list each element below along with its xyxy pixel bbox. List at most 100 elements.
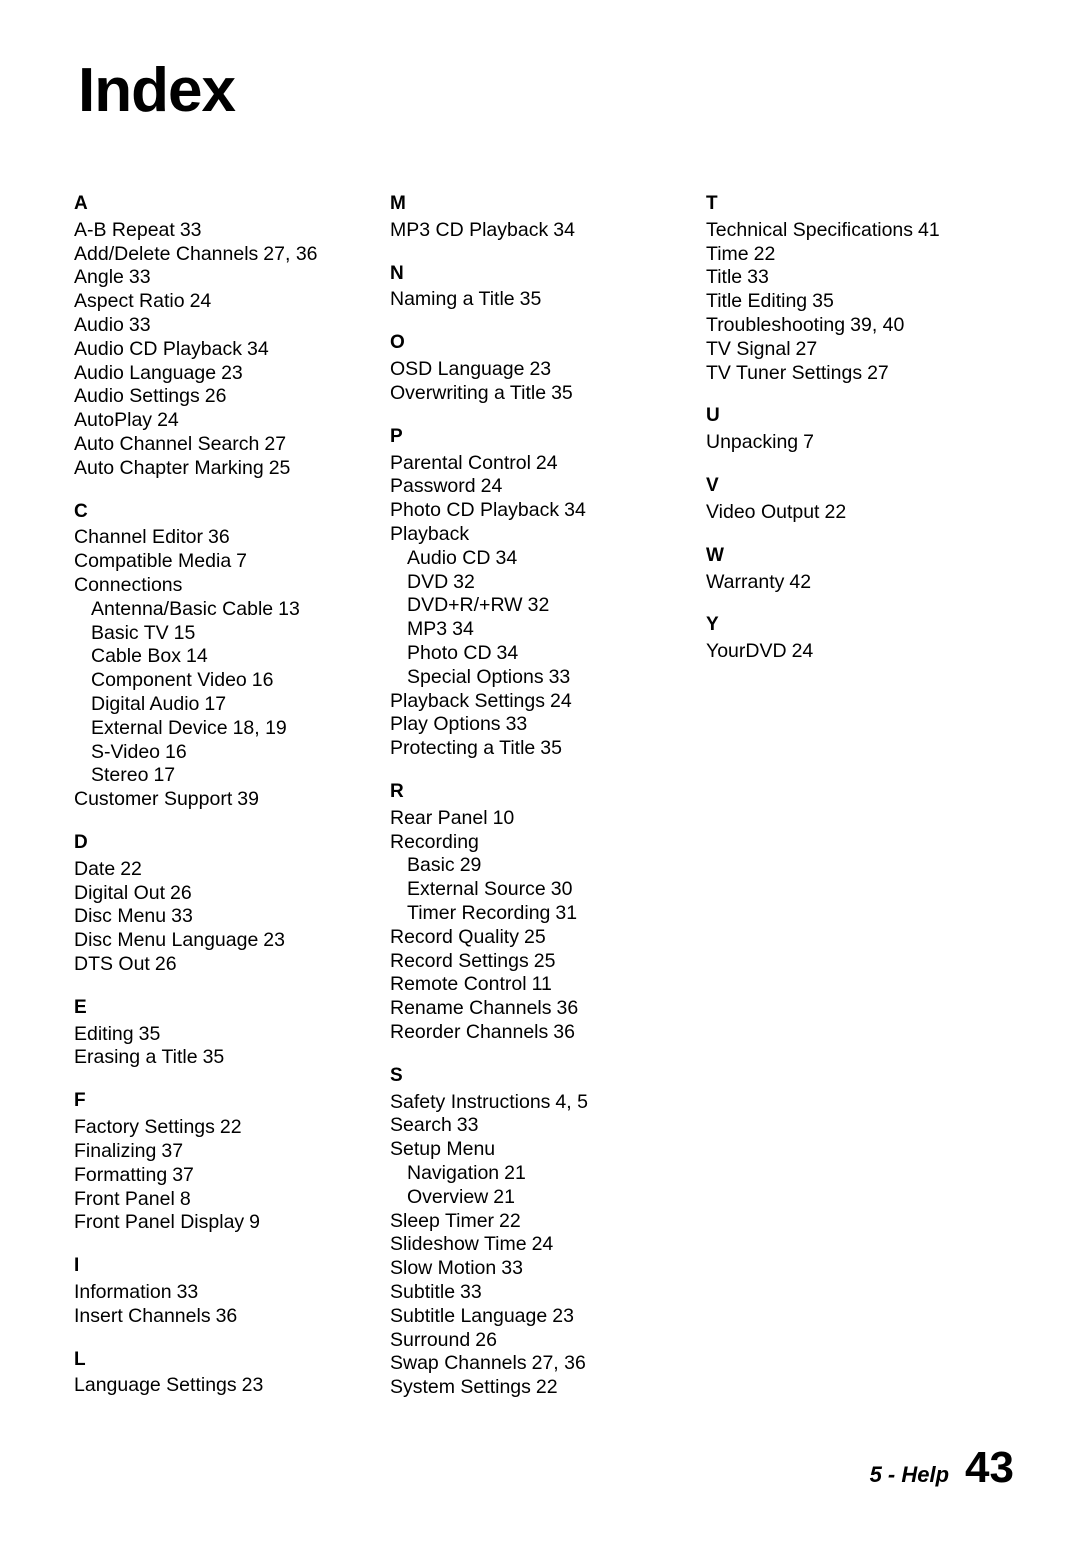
index-entry[interactable]: Unpacking 7 bbox=[706, 431, 1022, 455]
index-entry[interactable]: Recording bbox=[390, 831, 706, 855]
index-entry[interactable]: System Settings 22 bbox=[390, 1376, 706, 1400]
index-entry[interactable]: Antenna/Basic Cable 13 bbox=[74, 598, 390, 622]
index-entry[interactable]: Formatting 37 bbox=[74, 1164, 390, 1188]
index-entry[interactable]: Slideshow Time 24 bbox=[390, 1233, 706, 1257]
index-entry[interactable]: MP3 CD Playback 34 bbox=[390, 219, 706, 243]
index-entry[interactable]: YourDVD 24 bbox=[706, 640, 1022, 664]
index-page: Index A A-B Repeat 33 Add/Delete Channels 27… bbox=[0, 0, 1080, 1542]
index-entry[interactable]: Subtitle 33 bbox=[390, 1281, 706, 1305]
index-entry[interactable]: Aspect Ratio 24 bbox=[74, 290, 390, 314]
index-entry[interactable]: Parental Control 24 bbox=[390, 452, 706, 476]
index-entry[interactable]: TV Signal 27 bbox=[706, 338, 1022, 362]
index-entry[interactable]: Protecting a Title 35 bbox=[390, 737, 706, 761]
index-entry[interactable]: Basic 29 bbox=[390, 854, 706, 878]
index-entry[interactable]: Reorder Channels 36 bbox=[390, 1021, 706, 1045]
index-entry[interactable]: DVD 32 bbox=[390, 571, 706, 595]
index-entry[interactable]: Stereo 17 bbox=[74, 764, 390, 788]
index-entry[interactable]: Sleep Timer 22 bbox=[390, 1210, 706, 1234]
index-entry[interactable]: Subtitle Language 23 bbox=[390, 1305, 706, 1329]
index-entry[interactable]: Time 22 bbox=[706, 243, 1022, 267]
index-letter-heading: I bbox=[74, 1255, 80, 1277]
index-entry[interactable]: S-Video 16 bbox=[74, 741, 390, 765]
index-entry[interactable]: A-B Repeat 33 bbox=[74, 219, 390, 243]
index-letter-heading: N bbox=[390, 262, 404, 284]
index-entry[interactable]: Editing 35 bbox=[74, 1023, 390, 1047]
index-entry[interactable]: Disc Menu 33 bbox=[74, 905, 390, 929]
index-entry[interactable]: Rear Panel 10 bbox=[390, 807, 706, 831]
index-entry[interactable]: Remote Control 11 bbox=[390, 973, 706, 997]
index-entry[interactable]: Audio Language 23 bbox=[74, 362, 390, 386]
index-entry[interactable]: Component Video 16 bbox=[74, 669, 390, 693]
index-entry[interactable]: Photo CD 34 bbox=[390, 642, 706, 666]
index-entry[interactable]: Connections bbox=[74, 574, 390, 598]
index-entry[interactable]: Compatible Media 7 bbox=[74, 550, 390, 574]
index-entry[interactable]: Play Options 33 bbox=[390, 713, 706, 737]
index-entry[interactable]: Slow Motion 33 bbox=[390, 1257, 706, 1281]
index-entry[interactable]: Photo CD Playback 34 bbox=[390, 499, 706, 523]
index-entry[interactable]: External Device 18, 19 bbox=[74, 717, 390, 741]
index-entry[interactable]: Rename Channels 36 bbox=[390, 997, 706, 1021]
index-entry[interactable]: DVD+R/+RW 32 bbox=[390, 594, 706, 618]
index-entry[interactable]: Front Panel 8 bbox=[74, 1188, 390, 1212]
index-entry[interactable]: Playback bbox=[390, 523, 706, 547]
index-entry[interactable]: Title 33 bbox=[706, 266, 1022, 290]
index-entry[interactable]: DTS Out 26 bbox=[74, 953, 390, 977]
index-entry[interactable]: Channel Editor 36 bbox=[74, 526, 390, 550]
index-entry-pages: 27 bbox=[264, 433, 287, 456]
index-entry-label: Basic bbox=[407, 854, 455, 877]
index-entry[interactable]: Factory Settings 22 bbox=[74, 1116, 390, 1140]
index-entry[interactable]: Audio CD 34 bbox=[390, 547, 706, 571]
index-entry[interactable]: Swap Channels 27, 36 bbox=[390, 1352, 706, 1376]
index-entry[interactable]: Angle 33 bbox=[74, 266, 390, 290]
index-entry-pages: 21 bbox=[493, 1185, 515, 1208]
index-entry[interactable]: Cable Box 14 bbox=[74, 645, 390, 669]
index-entry[interactable]: Auto Channel Search 27 bbox=[74, 433, 390, 457]
index-entry[interactable]: Naming a Title 35 bbox=[390, 288, 706, 312]
index-entry[interactable]: Search 33 bbox=[390, 1114, 706, 1138]
index-entry-pages: 13 bbox=[278, 597, 300, 620]
index-entry[interactable]: Video Output 22 bbox=[706, 501, 1022, 525]
index-entry[interactable]: Timer Recording 31 bbox=[390, 902, 706, 926]
index-entry[interactable]: Audio Settings 26 bbox=[74, 385, 390, 409]
index-entry[interactable]: Surround 26 bbox=[390, 1329, 706, 1353]
index-entry[interactable]: Audio CD Playback 34 bbox=[74, 338, 390, 362]
index-entry[interactable]: Erasing a Title 35 bbox=[74, 1046, 390, 1070]
index-entry[interactable]: Playback Settings 24 bbox=[390, 690, 706, 714]
index-entry[interactable]: MP3 34 bbox=[390, 618, 706, 642]
index-entry[interactable]: Date 22 bbox=[74, 858, 390, 882]
index-entry[interactable]: Password 24 bbox=[390, 475, 706, 499]
index-entry[interactable]: Overwriting a Title 35 bbox=[390, 382, 706, 406]
index-entry[interactable]: Digital Audio 17 bbox=[74, 693, 390, 717]
index-entry[interactable]: Warranty 42 bbox=[706, 571, 1022, 595]
index-entry[interactable]: Language Settings 23 bbox=[74, 1374, 390, 1398]
index-entry[interactable]: Setup Menu bbox=[390, 1138, 706, 1162]
index-entry[interactable]: Title Editing 35 bbox=[706, 290, 1022, 314]
index-entry[interactable]: Customer Support 39 bbox=[74, 788, 390, 812]
index-entry[interactable]: OSD Language 23 bbox=[390, 358, 706, 382]
index-entry[interactable]: Auto Chapter Marking 25 bbox=[74, 457, 390, 481]
index-entry[interactable]: Special Options 33 bbox=[390, 666, 706, 690]
index-entry[interactable]: Disc Menu Language 23 bbox=[74, 929, 390, 953]
index-entry[interactable]: Front Panel Display 9 bbox=[74, 1211, 390, 1235]
index-entry[interactable]: AutoPlay 24 bbox=[74, 409, 390, 433]
index-entry[interactable]: Record Settings 25 bbox=[390, 950, 706, 974]
index-entry[interactable]: Audio 33 bbox=[74, 314, 390, 338]
footer-section-label: 5 - Help bbox=[869, 1462, 950, 1487]
index-entry[interactable]: Digital Out 26 bbox=[74, 882, 390, 906]
index-entry[interactable]: Add/Delete Channels 27, 36 bbox=[74, 243, 390, 267]
index-entry[interactable]: Overview 21 bbox=[390, 1186, 706, 1210]
index-entry[interactable]: Finalizing 37 bbox=[74, 1140, 390, 1164]
index-entry[interactable]: Basic TV 15 bbox=[74, 622, 390, 646]
index-entry[interactable]: Navigation 21 bbox=[390, 1162, 706, 1186]
index-entry[interactable]: Troubleshooting 39, 40 bbox=[706, 314, 1022, 338]
index-entry[interactable]: Information 33 bbox=[74, 1281, 390, 1305]
index-entry-label: S-Video bbox=[91, 740, 161, 763]
index-entry-pages: 37 bbox=[172, 1163, 194, 1186]
index-entry[interactable]: External Source 30 bbox=[390, 878, 706, 902]
index-entry[interactable]: Record Quality 25 bbox=[390, 926, 706, 950]
index-entry-label: Password bbox=[390, 475, 476, 498]
index-entry[interactable]: TV Tuner Settings 27 bbox=[706, 362, 1022, 386]
index-entry[interactable]: Technical Specifications 41 bbox=[706, 219, 1022, 243]
index-entry[interactable]: Safety Instructions 4, 5 bbox=[390, 1091, 706, 1115]
index-entry[interactable]: Insert Channels 36 bbox=[74, 1305, 390, 1329]
